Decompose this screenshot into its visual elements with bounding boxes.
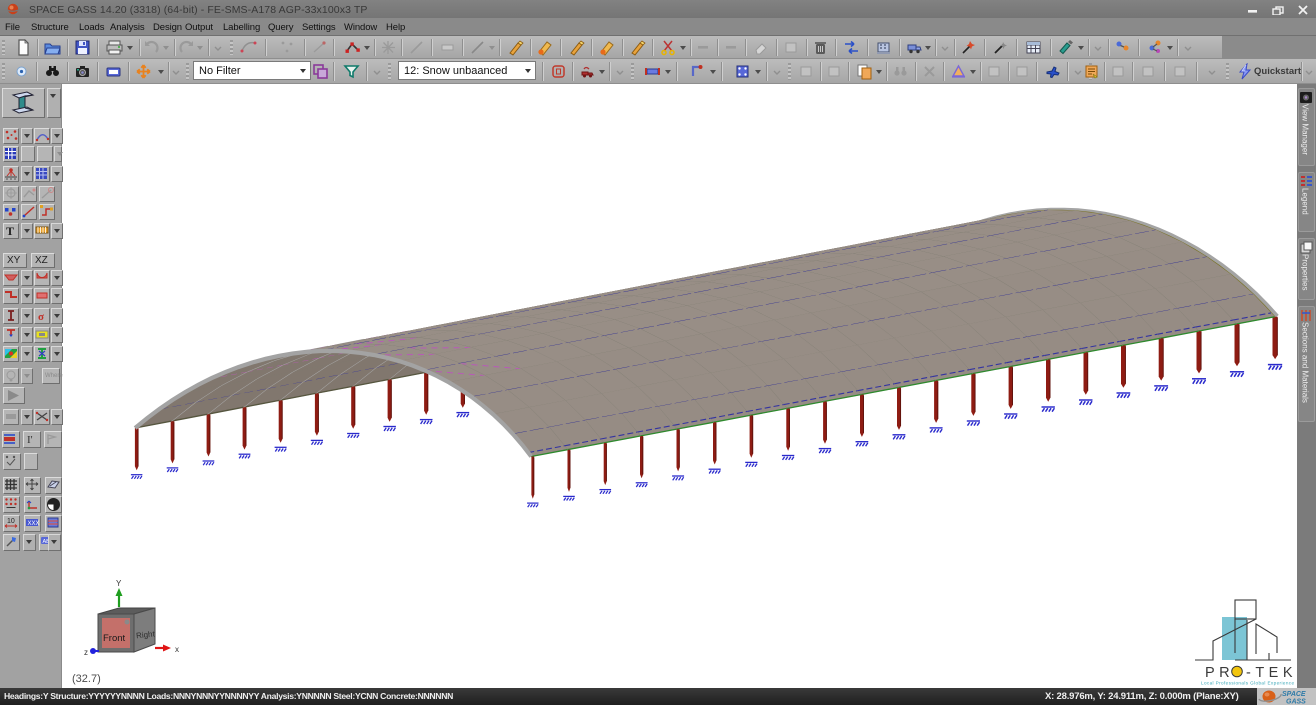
svg-text:z: z	[84, 648, 88, 657]
svg-text:10: 10	[7, 518, 15, 525]
svg-text:Local Professionals Global: Local Professionals Global Experience	[1201, 681, 1294, 686]
svg-text:Y: Y	[116, 579, 122, 588]
svg-text:SPACE: SPACE	[1282, 691, 1306, 698]
svg-text:T: T	[6, 224, 14, 237]
svg-text:XXX: XXX	[28, 521, 40, 527]
svg-text:PR: PR	[1205, 665, 1234, 681]
svg-text:Front: Front	[103, 633, 126, 644]
svg-text:x: x	[175, 645, 179, 654]
svg-text:-TEK: -TEK	[1246, 665, 1297, 681]
svg-text:GASS: GASS	[1286, 699, 1306, 705]
svg-text:σ: σ	[38, 311, 44, 322]
svg-text:I': I'	[27, 434, 33, 445]
